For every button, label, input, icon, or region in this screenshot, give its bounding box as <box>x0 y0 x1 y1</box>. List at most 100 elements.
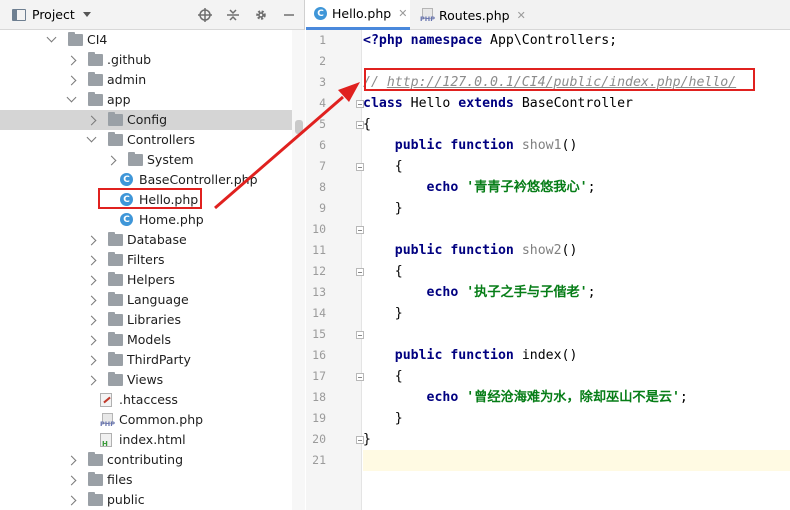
folder-icon <box>108 352 123 366</box>
code-line[interactable]: } <box>363 303 790 324</box>
code-line[interactable] <box>363 450 790 471</box>
tree-item-index-html[interactable]: index.html <box>0 430 292 450</box>
tree-item-label: Views <box>127 372 164 387</box>
tree-item-system[interactable]: System <box>0 150 292 170</box>
code-line[interactable]: { <box>363 261 790 282</box>
tree-item-public[interactable]: public <box>0 490 292 510</box>
line-number-gutter: 1 2 3 4 5 6 7 8 9 10 11 12 13 14 15 16 17 18 19 20 21 <box>306 30 364 510</box>
chevron-right-icon[interactable] <box>86 375 97 386</box>
tree-item-models[interactable]: Models <box>0 330 292 350</box>
project-panel-title[interactable]: Project <box>32 7 75 22</box>
chevron-down-icon[interactable] <box>86 132 97 143</box>
folder-icon <box>108 112 123 126</box>
code-token: Hello <box>410 96 459 111</box>
tree-item-database[interactable]: Database <box>0 230 292 250</box>
code-line[interactable]: echo '曾经沧海难为水，除却巫山不是云'; <box>363 387 790 408</box>
chevron-right-icon[interactable] <box>86 115 97 126</box>
code-token: ; <box>587 285 596 300</box>
code-line[interactable] <box>363 219 790 240</box>
chevron-down-icon[interactable] <box>66 92 77 103</box>
line-number: 11 <box>312 243 326 257</box>
chevron-right-icon[interactable] <box>66 475 77 486</box>
code-token: '曾经沧海难为水，除却巫山不是云' <box>466 390 680 405</box>
code-line[interactable]: class Hello extends BaseController <box>363 93 790 114</box>
code-area[interactable]: <?php namespace App\Controllers;// http:… <box>363 30 790 510</box>
tree-item-label: .htaccess <box>119 392 178 407</box>
line-number: 10 <box>312 222 326 236</box>
chevron-right-icon[interactable] <box>86 335 97 346</box>
code-line[interactable]: echo '执子之手与子偕老'; <box>363 282 790 303</box>
code-token: } <box>363 411 403 426</box>
chevron-right-icon[interactable] <box>66 75 77 86</box>
code-token: show1 <box>521 138 562 153</box>
crosshair-icon[interactable] <box>196 6 214 24</box>
chevron-right-icon[interactable] <box>86 235 97 246</box>
tree-item-htaccess[interactable]: .htaccess <box>0 390 292 410</box>
tree-item-label: System <box>147 152 194 167</box>
code-line[interactable] <box>363 324 790 345</box>
tree-scrollbar[interactable] <box>292 30 305 510</box>
chevron-down-icon[interactable] <box>82 12 91 17</box>
code-line[interactable]: } <box>363 429 790 450</box>
code-line[interactable]: public function index() <box>363 345 790 366</box>
tree-item-label: contributing <box>107 452 184 467</box>
tree-scrollbar-thumb[interactable] <box>295 120 303 134</box>
tab-routes-php[interactable]: PHP Routes.php ✕ <box>412 0 532 30</box>
minimize-icon[interactable] <box>280 6 298 24</box>
close-icon[interactable]: ✕ <box>398 7 407 20</box>
code-line[interactable]: public function show1() <box>363 135 790 156</box>
code-token: <?php <box>363 33 411 48</box>
tree-item-basecontroller-php[interactable]: C BaseController.php <box>0 170 292 190</box>
tree-item-config[interactable]: Config <box>0 110 292 130</box>
code-line[interactable]: { <box>363 366 790 387</box>
tree-item-files[interactable]: files <box>0 470 292 490</box>
tree-item-github[interactable]: .github <box>0 50 292 70</box>
tree-item-common-php[interactable]: PHP Common.php <box>0 410 292 430</box>
code-line[interactable]: } <box>363 198 790 219</box>
hello-file-annotation-box <box>98 188 202 209</box>
tree-item-ci4[interactable]: CI4 <box>0 30 292 50</box>
code-token: } <box>363 306 403 321</box>
line-number: 17 <box>312 369 326 383</box>
chevron-right-icon[interactable] <box>106 155 117 166</box>
code-line[interactable]: } <box>363 408 790 429</box>
line-number: 1 <box>319 33 326 47</box>
code-token: public <box>363 348 451 363</box>
tree-item-views[interactable]: Views <box>0 370 292 390</box>
tree-item-filters[interactable]: Filters <box>0 250 292 270</box>
code-line[interactable]: { <box>363 156 790 177</box>
code-line[interactable]: echo '青青子衿悠悠我心'; <box>363 177 790 198</box>
tree-item-controllers[interactable]: Controllers <box>0 130 292 150</box>
chevron-right-icon[interactable] <box>86 275 97 286</box>
chevron-right-icon[interactable] <box>66 455 77 466</box>
tab-hello-php[interactable]: C Hello.php ✕ <box>306 0 410 30</box>
code-line[interactable]: <?php namespace App\Controllers; <box>363 30 790 51</box>
htaccess-file-icon <box>100 393 112 407</box>
chevron-right-icon[interactable] <box>86 315 97 326</box>
code-token: public <box>363 243 451 258</box>
chevron-down-icon[interactable] <box>46 32 57 43</box>
code-token: { <box>363 159 403 174</box>
close-icon[interactable]: ✕ <box>517 9 526 22</box>
chevron-right-icon[interactable] <box>86 355 97 366</box>
code-token: public <box>363 138 451 153</box>
tree-item-home-php[interactable]: C Home.php <box>0 210 292 230</box>
tree-item-thirdparty[interactable]: ThirdParty <box>0 350 292 370</box>
tree-item-contributing[interactable]: contributing <box>0 450 292 470</box>
tree-item-helpers[interactable]: Helpers <box>0 270 292 290</box>
tree-item-libraries[interactable]: Libraries <box>0 310 292 330</box>
gear-icon[interactable] <box>252 6 270 24</box>
chevron-right-icon[interactable] <box>86 295 97 306</box>
tree-item-language[interactable]: Language <box>0 290 292 310</box>
tree-item-app[interactable]: app <box>0 90 292 110</box>
chevron-right-icon[interactable] <box>66 495 77 506</box>
collapse-icon[interactable] <box>224 6 242 24</box>
tree-item-label: index.html <box>119 432 186 447</box>
code-line[interactable]: public function show2() <box>363 240 790 261</box>
tree-item-admin[interactable]: admin <box>0 70 292 90</box>
folder-icon <box>88 52 103 66</box>
code-token: function <box>450 138 522 153</box>
chevron-right-icon[interactable] <box>66 55 77 66</box>
code-line[interactable]: { <box>363 114 790 135</box>
chevron-right-icon[interactable] <box>86 255 97 266</box>
